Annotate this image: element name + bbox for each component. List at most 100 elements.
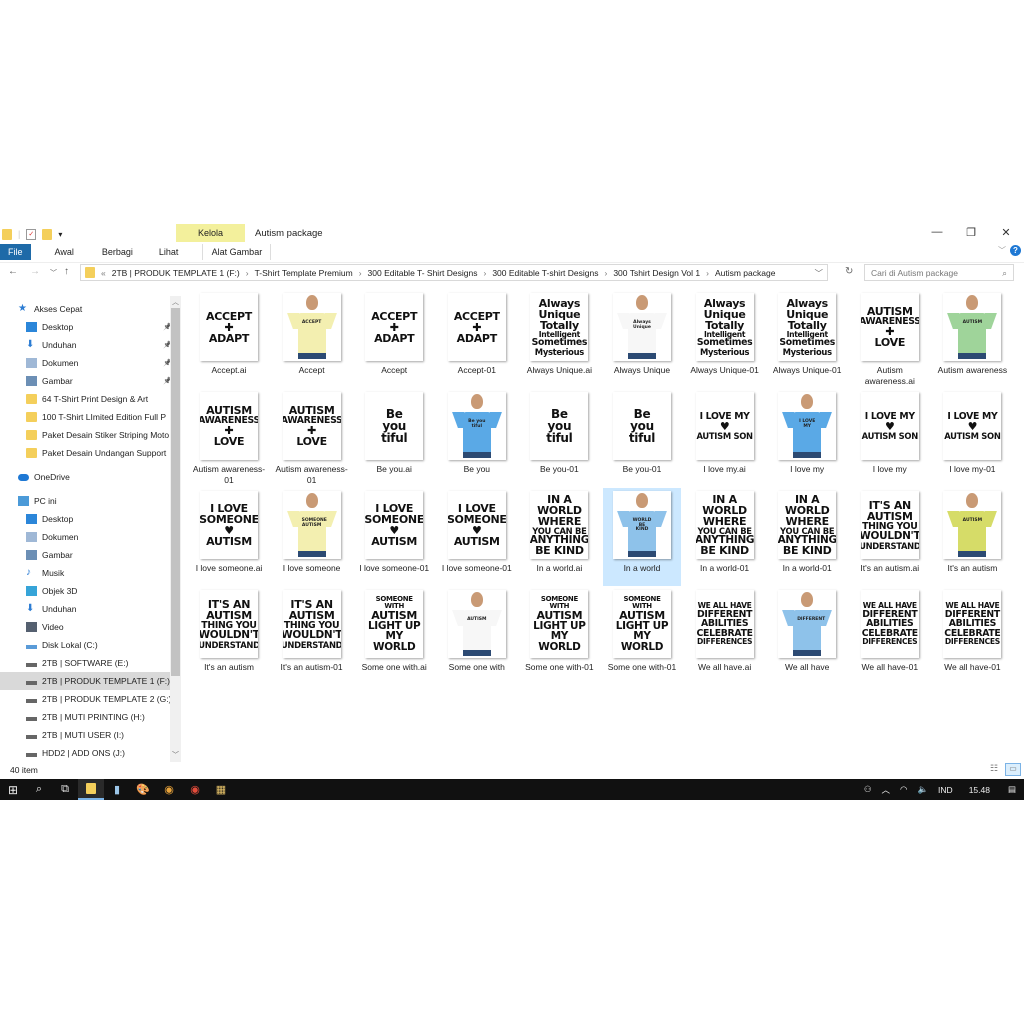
network-icon[interactable]: ◠ [900, 784, 907, 795]
file-item[interactable]: Be you tiful Be you.ai [355, 389, 433, 487]
sidebar-item[interactable]: ★ Akses Cepat [18, 300, 168, 318]
details-view-button[interactable]: ☷ [990, 763, 998, 774]
task-view-icon[interactable]: ⧉ [52, 779, 78, 800]
file-item[interactable]: WE ALL HAVE DIFFERENT ABILITIES CELEBRATE DI… [851, 587, 929, 685]
windows-start-icon[interactable]: ⊞ [0, 779, 26, 800]
address-dropdown-icon[interactable]: ﹀ [814, 267, 823, 279]
file-item[interactable]: AUTISM Autism awareness [933, 290, 1011, 388]
tab-berbagi[interactable]: Berbagi [86, 244, 145, 260]
properties-icon[interactable]: ✓ [26, 228, 37, 240]
breadcrumb-4[interactable]: 300 Tshirt Design Vol 1 [613, 268, 700, 278]
sidebar-item[interactable]: Video [26, 618, 176, 636]
sidebar-item[interactable]: HDD2 | ADD ONS (J:) [26, 744, 176, 762]
tab-lihat[interactable]: Lihat [145, 244, 191, 260]
file-item[interactable]: IT'S AN AUTISM THING YOU WOULDN'T UNDERSTAND… [273, 587, 351, 685]
sidebar-item[interactable]: Disk Lokal (C:) [26, 636, 176, 654]
sidebar-item[interactable]: Objek 3D [26, 582, 176, 600]
sidebar-item[interactable]: Dokumen 📌 [26, 354, 176, 372]
search-input[interactable]: Cari di Autism package ⌕ [864, 264, 1014, 281]
file-item[interactable]: I LOVE SOMEONE ♥ AUTISM I love someone-01 [355, 488, 433, 586]
file-item[interactable]: WORLD BE KIND In a world [603, 488, 681, 586]
sidebar-item[interactable]: Gambar [26, 546, 176, 564]
minimize-button[interactable]: — [927, 226, 947, 238]
file-item[interactable]: I LOVE MY ♥ AUTISM SON I love my.ai [686, 389, 764, 487]
scroll-down-icon[interactable]: ﹀ [172, 750, 179, 760]
scroll-up-icon[interactable]: ︿ [172, 297, 179, 307]
recent-locations-button[interactable]: ﹀ [50, 268, 57, 278]
file-item[interactable]: I LOVE MY ♥ AUTISM SON I love my [851, 389, 929, 487]
sidebar-item[interactable]: 64 T-Shirt Print Design & Art [26, 390, 176, 408]
back-button[interactable]: ← [8, 266, 18, 277]
action-center-icon[interactable]: ▤ [1008, 784, 1016, 795]
file-item[interactable]: Be you tiful Be you-01 [520, 389, 598, 487]
expand-ribbon-icon[interactable]: ﹀ [998, 245, 1006, 256]
file-item[interactable]: ACCEPT Accept [273, 290, 351, 388]
file-item[interactable]: Be you tiful Be you [438, 389, 516, 487]
language-indicator[interactable]: IND [938, 785, 953, 795]
file-item[interactable]: I LOVE SOMEONE ♥ AUTISM I love someone-01 [438, 488, 516, 586]
file-item[interactable]: AUTISM AWARENESS ✚ LOVE Autism awareness-01 [190, 389, 268, 487]
file-item[interactable]: Always Unique Always Unique [603, 290, 681, 388]
sidebar-item[interactable]: ⬇ Unduhan 📌 [26, 336, 176, 354]
file-item[interactable]: ACCEPT ✚ ADAPT Accept-01 [438, 290, 516, 388]
sidebar-item[interactable]: Desktop 📌 [26, 318, 176, 336]
file-item[interactable]: WE ALL HAVE DIFFERENT ABILITIES CELEBRATE DI… [933, 587, 1011, 685]
sidebar-item[interactable]: Dokumen [26, 528, 176, 546]
breadcrumb-3[interactable]: 300 Editable T-shirt Designs [492, 268, 598, 278]
close-button[interactable]: ✕ [996, 226, 1016, 239]
file-item[interactable]: IT'S AN AUTISM THING YOU WOULDN'T UNDERSTAND… [190, 587, 268, 685]
volume-icon[interactable]: 🔈 [917, 784, 928, 795]
show-hidden-icons[interactable]: ︿ [882, 784, 891, 796]
up-button[interactable]: ↑ [64, 266, 69, 277]
file-item[interactable]: I LOVE MY I love my [768, 389, 846, 487]
file-item[interactable]: WE ALL HAVE DIFFERENT ABILITIES CELEBRATE DI… [686, 587, 764, 685]
chrome-icon[interactable]: ◉ [156, 779, 182, 800]
file-item[interactable]: AUTISM It's an autism [933, 488, 1011, 586]
media-app-icon[interactable]: ▦ [208, 779, 234, 800]
context-tab-kelola[interactable]: Kelola [176, 224, 245, 242]
file-item[interactable]: IN A WORLD WHERE YOU CAN BE ANYTHING BE KIND I… [520, 488, 598, 586]
sidebar-scrollbar-thumb[interactable] [171, 308, 180, 676]
refresh-icon[interactable]: ↻ [845, 266, 853, 277]
tab-file[interactable]: File [0, 244, 31, 260]
file-item[interactable]: SOMEONE AUTISM I love someone [273, 488, 351, 586]
file-item[interactable]: AUTISM AWARENESS ✚ LOVE Autism awareness.ai [851, 290, 929, 388]
people-icon[interactable]: ⚇ [864, 784, 872, 795]
paint-icon[interactable]: 🎨 [130, 779, 156, 800]
file-item[interactable]: AUTISM AWARENESS ✚ LOVE Autism awareness-01 [273, 389, 351, 487]
restore-button[interactable]: ❐ [961, 226, 981, 239]
tab-alat-gambar[interactable]: Alat Gambar [202, 244, 272, 260]
tab-awal[interactable]: Awal [31, 244, 86, 260]
sidebar-item[interactable]: ♪ Musik [26, 564, 176, 582]
sidebar-item[interactable]: Paket Desain Stiker Striping Moto [26, 426, 176, 444]
file-item[interactable]: AUTISM Some one with [438, 587, 516, 685]
file-item[interactable]: Always Unique Totally Intelligent Sometimes M… [686, 290, 764, 388]
sidebar-item[interactable]: PC ini [18, 492, 168, 510]
sidebar-item[interactable]: ⬇ Unduhan [26, 600, 176, 618]
sidebar-item[interactable]: OneDrive [18, 468, 168, 486]
sidebar-item[interactable]: 2TB | PRODUK TEMPLATE 1 (F:) [0, 672, 170, 690]
sidebar-item[interactable]: 2TB | MUTI USER (I:) [26, 726, 176, 744]
file-item[interactable]: I LOVE SOMEONE ♥ AUTISM I love someone.ai [190, 488, 268, 586]
file-item[interactable]: Always Unique Totally Intelligent Sometimes M… [768, 290, 846, 388]
customize-toolbar-icon[interactable]: ▾ [58, 230, 62, 239]
breadcrumb-5[interactable]: Autism package [715, 268, 775, 278]
sidebar-item[interactable]: 2TB | SOFTWARE (E:) [26, 654, 176, 672]
file-item[interactable]: IN A WORLD WHERE YOU CAN BE ANYTHING BE KIND I… [686, 488, 764, 586]
file-item[interactable]: ACCEPT ✚ ADAPT Accept [355, 290, 433, 388]
file-item[interactable]: DIFFERENT We all have [768, 587, 846, 685]
help-icon[interactable]: ? [1010, 245, 1021, 256]
file-item[interactable]: Always Unique Totally Intelligent Sometimes M… [520, 290, 598, 388]
sidebar-item[interactable]: Gambar 📌 [26, 372, 176, 390]
sidebar-item[interactable]: Paket Desain Undangan Support [26, 444, 176, 462]
file-item[interactable]: Be you tiful Be you-01 [603, 389, 681, 487]
file-item[interactable]: I LOVE MY ♥ AUTISM SON I love my-01 [933, 389, 1011, 487]
sidebar-item[interactable]: 2TB | PRODUK TEMPLATE 2 (G:) [26, 690, 176, 708]
search-icon[interactable]: ⌕ [26, 779, 52, 800]
breadcrumb-2[interactable]: 300 Editable T- Shirt Designs [368, 268, 478, 278]
file-item[interactable]: ACCEPT ✚ ADAPT Accept.ai [190, 290, 268, 388]
chrome-profile-icon[interactable]: ◉ [182, 779, 208, 800]
breadcrumb-0[interactable]: 2TB | PRODUK TEMPLATE 1 (F:) [112, 268, 240, 278]
sidebar-item[interactable]: 100 T-Shirt LImited Edition Full P [26, 408, 176, 426]
clock[interactable]: 15.48 [969, 785, 990, 795]
